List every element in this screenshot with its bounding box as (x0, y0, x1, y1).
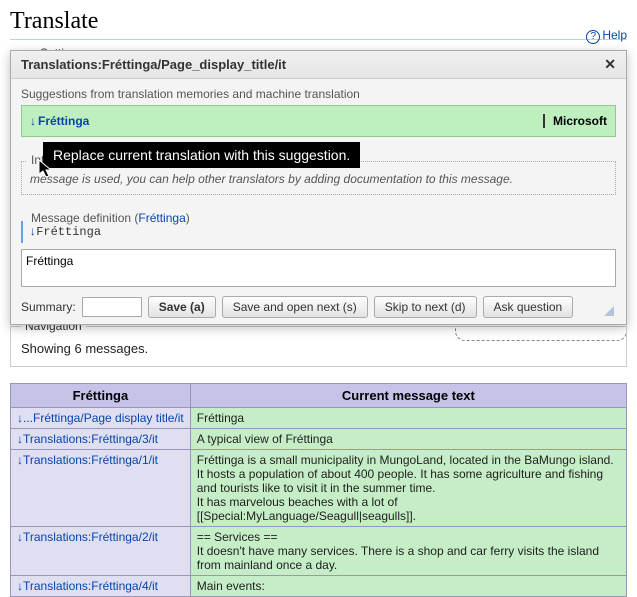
navigation-text: Showing 6 messages. (21, 341, 616, 356)
message-link[interactable]: Translations:Fréttinga/4/it (23, 579, 158, 593)
save-open-next-button[interactable]: Save and open next (s) (222, 296, 368, 318)
table-row: ↓Translations:Fréttinga/1/itFréttinga is… (11, 450, 627, 527)
message-link[interactable]: Translations:Fréttinga/3/it (23, 432, 158, 446)
message-key-cell: ↓Translations:Fréttinga/1/it (11, 450, 191, 527)
message-link[interactable]: Translations:Fréttinga/2/it (23, 530, 158, 544)
navigation-box: Navigation Showing 6 messages. (10, 326, 627, 367)
message-text-cell: Fréttinga (190, 408, 626, 429)
suggestion-row[interactable]: ↓ Fréttinga Microsoft (21, 105, 616, 137)
table-row: ↓Translations:Fréttinga/4/itMain events: (11, 576, 627, 597)
translation-input[interactable] (21, 249, 616, 287)
table-header-row: Fréttinga Current message text (11, 384, 627, 408)
skip-next-button[interactable]: Skip to next (d) (374, 296, 477, 318)
message-link[interactable]: ...Fréttinga/Page display title/it (23, 411, 184, 425)
suggestion-provider: Microsoft (543, 114, 607, 128)
apply-suggestion-icon[interactable]: ↓ (30, 114, 36, 128)
resize-grip-icon[interactable] (602, 304, 614, 316)
help-icon: ? (586, 30, 600, 44)
save-button[interactable]: Save (a) (148, 296, 216, 318)
col-header-text: Current message text (190, 384, 626, 408)
message-text-cell: == Services ==It doesn't have many servi… (190, 527, 626, 576)
page-title: Translate (10, 8, 627, 40)
dialog-header: Translations:Fréttinga/Page_display_titl… (11, 51, 626, 79)
suggestions-label: Suggestions from translation memories an… (21, 87, 616, 101)
table-row: ↓...Fréttinga/Page display title/itFrétt… (11, 408, 627, 429)
summary-label: Summary: (21, 300, 76, 314)
message-key-cell: ↓Translations:Fréttinga/4/it (11, 576, 191, 597)
col-header-key: Fréttinga (11, 384, 191, 408)
table-row: ↓Translations:Fréttinga/3/itA typical vi… (11, 429, 627, 450)
definition-source-link[interactable]: Fréttinga (138, 211, 185, 225)
help-link[interactable]: ?Help (586, 28, 627, 44)
messages-table: Fréttinga Current message text ↓...Frétt… (10, 383, 627, 597)
translation-editor-dialog: Translations:Fréttinga/Page_display_titl… (10, 50, 627, 325)
message-text-cell: Main events: (190, 576, 626, 597)
message-key-cell: ↓...Fréttinga/Page display title/it (11, 408, 191, 429)
table-row: ↓Translations:Fréttinga/2/it== Services … (11, 527, 627, 576)
tooltip: Replace current translation with this su… (43, 142, 360, 168)
summary-input[interactable] (82, 297, 142, 317)
suggestion-text: Fréttinga (38, 114, 89, 128)
message-key-cell: ↓Translations:Fréttinga/3/it (11, 429, 191, 450)
message-text-cell: A typical view of Fréttinga (190, 429, 626, 450)
dialog-title: Translations:Fréttinga/Page_display_titl… (21, 57, 286, 72)
definition-text: Fréttinga (36, 225, 101, 239)
definition-label: Message definition (Fréttinga) (27, 211, 194, 225)
message-key-cell: ↓Translations:Fréttinga/2/it (11, 527, 191, 576)
close-icon[interactable]: ✕ (604, 57, 616, 72)
help-label: Help (602, 28, 627, 42)
message-text-cell: Fréttinga is a small municipality in Mun… (190, 450, 626, 527)
ask-question-button[interactable]: Ask question (483, 296, 574, 318)
message-link[interactable]: Translations:Fréttinga/1/it (23, 453, 158, 467)
